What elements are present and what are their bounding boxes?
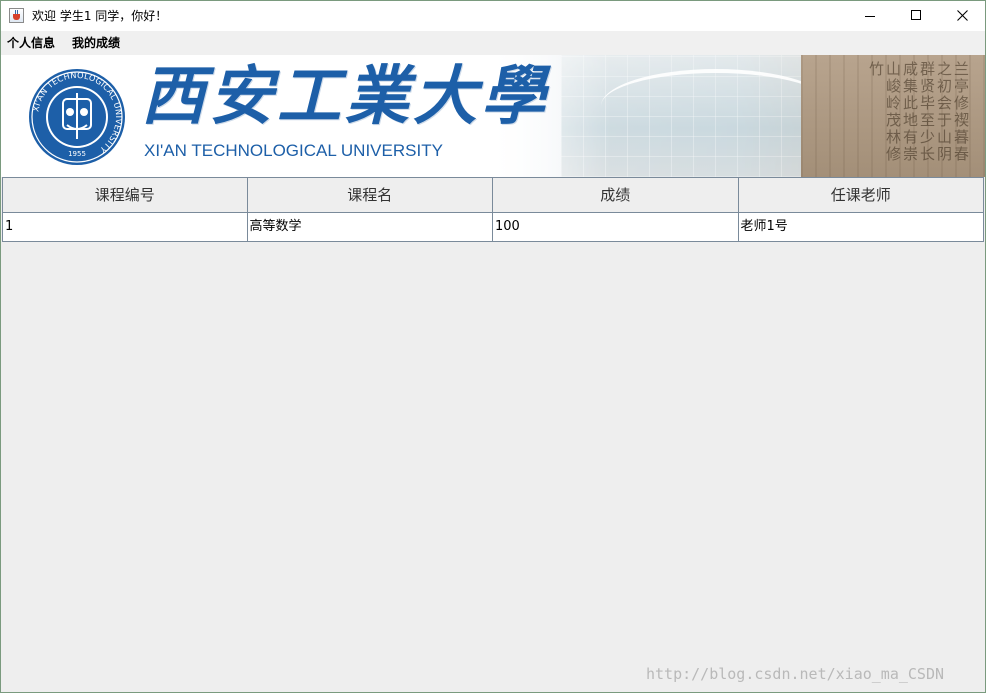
university-name-cn: 西安工業大學 (141, 59, 549, 134)
table-header: 课程编号 课程名 成绩 任课老师 (2, 177, 984, 213)
close-button[interactable] (939, 1, 985, 31)
window-title: 欢迎 学生1 同学，你好！ (32, 9, 168, 23)
watermark-url: http://blog.csdn.net/xiao_ma_CSDN (646, 665, 945, 683)
column-header-teacher[interactable]: 任课老师 (738, 177, 984, 213)
cell-course-id[interactable]: 1 (2, 213, 248, 242)
minimize-button[interactable] (847, 1, 893, 31)
menu-my-scores[interactable]: 我的成绩 (72, 35, 120, 51)
table-row[interactable]: 1 高等数学 100 老师1号 (2, 213, 984, 242)
column-header-score[interactable]: 成绩 (493, 177, 739, 213)
minimize-icon (865, 16, 875, 17)
maximize-button[interactable] (893, 1, 939, 31)
svg-text:1955: 1955 (68, 150, 86, 158)
scores-table: 课程编号 课程名 成绩 任课老师 1 高等数学 100 老师1号 (2, 177, 984, 242)
cell-course-name[interactable]: 高等数学 (247, 213, 493, 242)
menu-personal-info[interactable]: 个人信息 (7, 35, 55, 51)
university-name-en: XI'AN TECHNOLOGICAL UNIVERSITY (144, 141, 443, 160)
column-header-course-id[interactable]: 课程编号 (2, 177, 248, 213)
column-header-course-name[interactable]: 课程名 (247, 177, 493, 213)
cell-score[interactable]: 100 (493, 213, 739, 242)
java-cup-icon[interactable] (9, 8, 24, 23)
close-icon (957, 10, 968, 21)
menu-bar: 个人信息 我的成绩 (1, 31, 985, 55)
title-bar[interactable]: 欢迎 学生1 同学，你好！ (1, 1, 985, 31)
university-seal-logo: XI'AN TECHNOLOGICAL UNIVERSITY 1955 (27, 67, 127, 171)
university-banner: 兰亭修禊暮春之初会于山阴群贤毕至少长咸集此地有崇山峻岭茂林修竹 XI'AN TE… (1, 55, 985, 177)
app-window: 欢迎 学生1 同学，你好！ 个人信息 我的成绩 兰亭修禊暮春之初会于山阴群贤毕至… (0, 0, 986, 693)
maximize-icon (911, 10, 921, 20)
cell-teacher[interactable]: 老师1号 (738, 213, 984, 242)
